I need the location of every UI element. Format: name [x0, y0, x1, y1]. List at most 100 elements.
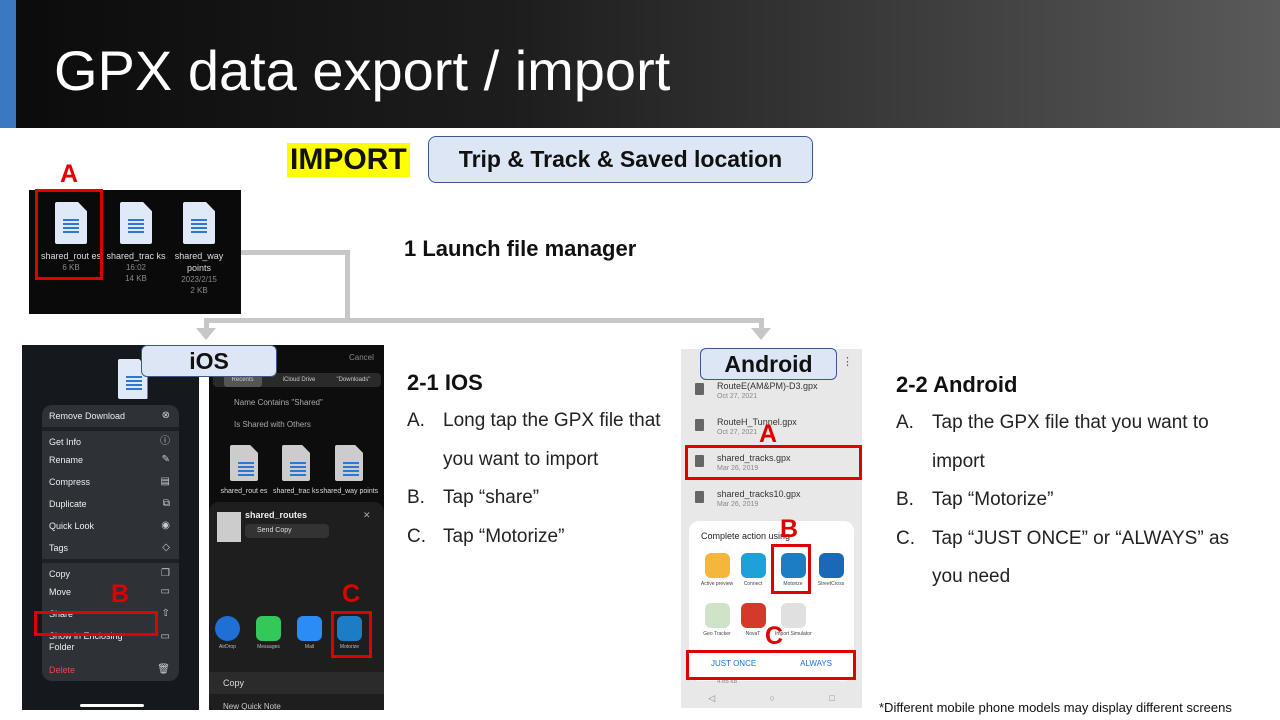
file-meta: 2023/2/15: [181, 275, 217, 284]
android-step-list: A. Tap the GPX file that you want to impo…: [896, 404, 1256, 597]
connector-line: [345, 250, 350, 320]
app-airdrop[interactable]: AirDrop: [215, 616, 240, 650]
android-tag: Android: [700, 348, 837, 380]
file-name: shared_trac ks: [273, 488, 319, 495]
home-icon[interactable]: ○: [770, 689, 775, 708]
file-meta: 16:02: [125, 263, 147, 272]
slide-title: GPX data export / import: [54, 39, 671, 102]
document-icon: [282, 445, 310, 481]
arrow-down-icon: [196, 328, 216, 340]
app-mail[interactable]: Mail: [297, 616, 322, 650]
arrow-down-icon: [751, 328, 771, 340]
filter-name: Name Contains "Shared": [234, 398, 323, 407]
more-icon[interactable]: ⋮: [842, 355, 853, 368]
menu-item-delete[interactable]: Delete 🗑: [42, 659, 179, 681]
menu-item-duplicate[interactable]: Duplicate ⧉: [42, 493, 179, 515]
android-nav-bar: ◁ ○ □: [681, 689, 862, 708]
ios-heading: 2-1 IOS: [407, 370, 483, 395]
connector-line: [241, 250, 349, 255]
tab-downloads[interactable]: "Downloads": [336, 373, 370, 387]
novat-icon: [740, 603, 766, 628]
label-c-android: C: [765, 622, 784, 650]
highlight-choice-buttons: [686, 650, 856, 680]
menu-item-quick-look[interactable]: Quick Look ◉: [42, 515, 179, 537]
tab-icloud-drive[interactable]: iCloud Drive: [283, 373, 316, 387]
geo-tracker-icon: [704, 603, 730, 628]
ios-context-menu-screen: Remove Download ⊗ Get Info ⓘ Rename ✎ Compr…: [22, 345, 199, 710]
file-item-waypoints[interactable]: shared_way points: [319, 445, 379, 496]
label-a-android: A: [759, 420, 778, 448]
highlight-motorize-ios: [331, 611, 372, 658]
footnote: *Different mobile phone models may displ…: [879, 700, 1232, 715]
sheet-title: Complete action using: [701, 531, 791, 541]
label-a-files: A: [60, 160, 79, 188]
connector-line: [204, 318, 764, 323]
file-size: 14 KB: [125, 274, 147, 283]
active-preview-icon: [704, 553, 730, 578]
context-menu: Remove Download ⊗ Get Info ⓘ Rename ✎ Compr…: [42, 405, 179, 681]
app-streetcross[interactable]: StreetCross: [811, 553, 851, 587]
label-c-ios: C: [342, 580, 361, 608]
ios-step-c: C. Tap “Motorize”: [407, 525, 565, 547]
menu-item-compress[interactable]: Compress ▤: [42, 471, 179, 493]
menu-item-remove-download[interactable]: Remove Download ⊗: [42, 405, 179, 427]
file-item-routes[interactable]: shared_rout es: [214, 445, 274, 496]
menu-item-copy[interactable]: Copy ❐: [42, 559, 179, 581]
highlight-file-routes: [35, 189, 103, 280]
android-step-c: C. Tap “JUST ONCE” or “ALWAYS” as you nee…: [896, 527, 1230, 588]
file-name: shared_way points: [319, 488, 379, 495]
android-step-a: A. Tap the GPX file that you want to impo…: [896, 412, 1209, 472]
mail-icon: [297, 616, 322, 641]
app-active-preview[interactable]: Active preview: [699, 553, 735, 587]
accent-stripe: [0, 0, 16, 128]
app-connect[interactable]: Connect: [735, 553, 771, 587]
highlight-share: [34, 611, 158, 636]
ios-step-b: B. Tap “share”: [407, 487, 540, 508]
recents-icon[interactable]: □: [829, 689, 834, 708]
menu-item-get-info[interactable]: Get Info ⓘ: [42, 427, 179, 449]
import-tag: IMPORT: [287, 143, 410, 177]
file-name: shared_way points: [174, 251, 224, 273]
streetcross-icon: [818, 553, 844, 578]
share-file-name: shared_routes: [245, 510, 308, 520]
document-icon: [217, 512, 241, 542]
cancel-button[interactable]: Cancel: [349, 353, 374, 362]
connector-line: [204, 318, 209, 328]
app-geo-tracker[interactable]: Geo Tracker: [699, 603, 735, 637]
home-indicator: [80, 704, 144, 707]
document-icon: [120, 202, 152, 244]
copy-action[interactable]: Copy: [209, 672, 384, 694]
file-name: shared_trac ks: [106, 251, 166, 261]
file-item-tracks[interactable]: shared_trac ks 16:02 14 KB: [104, 202, 168, 284]
close-icon[interactable]: ✕: [363, 510, 371, 521]
filter-shared: Is Shared with Others: [234, 420, 311, 429]
file-item-waypoints[interactable]: shared_way points 2023/2/15 2 KB: [167, 202, 231, 296]
ios-step-a: A. Long tap the GPX file that you want to…: [407, 410, 661, 470]
import-simulator-icon: [780, 603, 806, 628]
app-messages[interactable]: Messages: [256, 616, 281, 650]
file-row[interactable]: RouteE(AM&PM)-D3.gpx Oct 27, 2021: [681, 375, 862, 411]
quick-note-action[interactable]: New Quick Note: [223, 702, 281, 711]
connect-icon: [740, 553, 766, 578]
highlight-shared-tracks: [685, 445, 862, 480]
highlight-motorize-android: [771, 544, 811, 594]
menu-item-tags[interactable]: Tags ◇: [42, 537, 179, 559]
file-size: 2 KB: [190, 286, 208, 295]
menu-item-rename[interactable]: Rename ✎: [42, 449, 179, 471]
android-heading: 2-2 Android: [896, 372, 1018, 397]
connector-line: [759, 318, 764, 328]
file-row[interactable]: shared_tracks10.gpx Mar 26, 2019: [681, 483, 862, 519]
file-name: shared_rout es: [220, 488, 268, 495]
send-copy-select[interactable]: Send Copy: [245, 524, 329, 538]
label-b-android: B: [780, 515, 799, 543]
ios-tag: iOS: [141, 345, 277, 377]
label-b-ios: B: [111, 580, 130, 608]
document-icon: [183, 202, 215, 244]
document-icon: [230, 445, 258, 481]
airdrop-icon: [215, 616, 240, 641]
messages-icon: [256, 616, 281, 641]
back-icon[interactable]: ◁: [708, 689, 715, 708]
step-1-text: 1 Launch file manager: [404, 236, 637, 261]
file-item-tracks[interactable]: shared_trac ks: [266, 445, 326, 496]
ios-step-list: A. Long tap the GPX file that you want to…: [407, 402, 667, 556]
